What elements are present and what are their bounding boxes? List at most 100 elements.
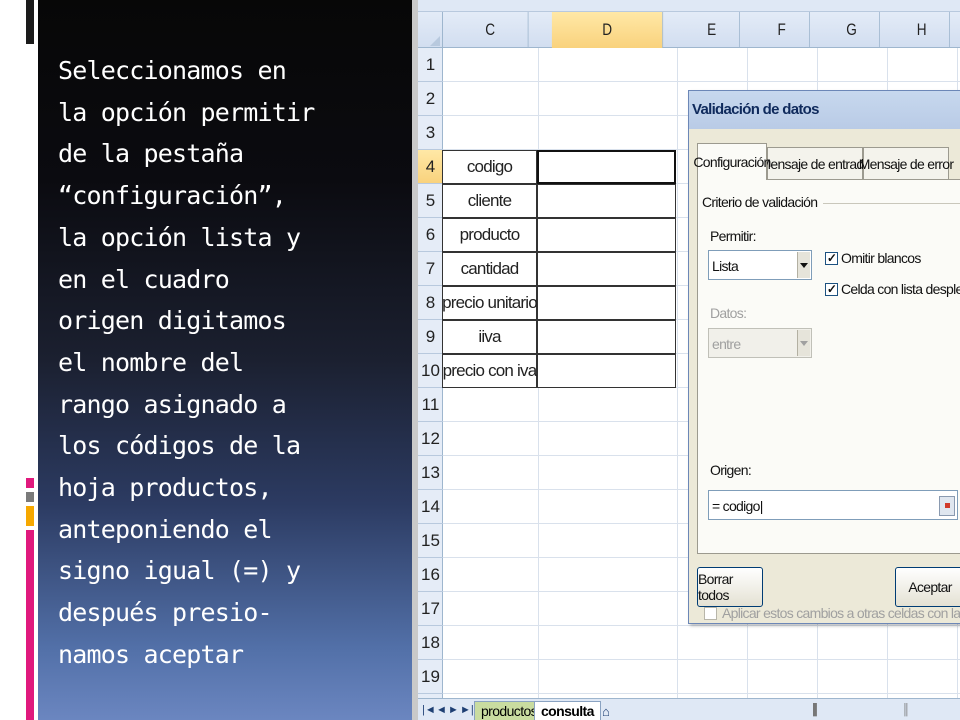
accent-square-pink (26, 478, 34, 488)
row-header-11[interactable]: 11 (418, 388, 443, 422)
dialog-title[interactable]: Validación de datos (689, 91, 960, 129)
cell-d5[interactable] (537, 184, 676, 218)
criteria-group-label: Criterio de validación (702, 194, 818, 210)
insert-sheet-icon[interactable]: ⌂ (602, 704, 610, 719)
row-header-13[interactable]: 13 (418, 456, 443, 490)
allow-select[interactable]: Lista (708, 250, 812, 280)
last-sheet-icon[interactable]: ►| (460, 704, 474, 716)
accent-square-orange (26, 506, 34, 526)
chevron-down-icon[interactable] (797, 330, 810, 356)
row-header-5[interactable]: 5 (418, 184, 443, 218)
slide-text-panel: Seleccionamos en la opción permitir de l… (38, 0, 412, 720)
row-header-17[interactable]: 17 (418, 592, 443, 626)
formula-bar-edge (418, 0, 960, 12)
tab-split-icon[interactable]: ▌ (813, 704, 821, 716)
cell-c4[interactable]: codigo (442, 150, 537, 184)
cell-c6[interactable]: producto (442, 218, 537, 252)
first-sheet-icon[interactable]: |◄ (422, 704, 436, 716)
row-header-14[interactable]: 14 (418, 490, 443, 524)
slide-line: de la pestaña (58, 139, 244, 169)
slide-line: hoja productos, (58, 473, 273, 503)
column-header-g[interactable]: G (824, 12, 880, 48)
row-header-12[interactable]: 12 (418, 422, 443, 456)
column-header-c[interactable]: C (453, 12, 529, 48)
cell-d4-active[interactable] (537, 150, 676, 184)
slide-decoration (0, 0, 38, 720)
cell-d10[interactable] (537, 354, 676, 388)
cell-c5[interactable]: cliente (442, 184, 537, 218)
ignore-blank-checkbox[interactable]: ✓ (825, 252, 838, 265)
stripe-dark (26, 0, 34, 44)
row-header-18[interactable]: 18 (418, 626, 443, 660)
slide-line: Seleccionamos en (58, 56, 287, 85)
cell-d6[interactable] (537, 218, 676, 252)
tab-configuracion[interactable]: Configuración (693, 143, 771, 180)
allow-label: Permitir: (710, 228, 757, 244)
in-cell-dropdown-label: Celda con lista desplegable (841, 281, 960, 297)
data-select-value: entre (712, 336, 741, 352)
select-all-corner[interactable] (418, 12, 443, 48)
row-header-19[interactable]: 19 (418, 660, 443, 694)
source-input[interactable]: = codigo| (708, 490, 958, 520)
column-header-e[interactable]: E (684, 12, 740, 48)
slide-body-text: Seleccionamos en la opción permitir de l… (58, 50, 403, 676)
cell-c9[interactable]: iiva (442, 320, 537, 354)
slide-line: “configuración”, (58, 181, 287, 211)
row-header-10[interactable]: 10 (418, 354, 443, 388)
group-divider (823, 203, 960, 204)
row-header-9[interactable]: 9 (418, 320, 443, 354)
row-header-7[interactable]: 7 (418, 252, 443, 286)
row-header-4[interactable]: 4 (418, 150, 443, 184)
slide-line: signo igual (=) y (58, 556, 301, 586)
sheet-tab-bar: |◄ ◄ ► ►| productos consulta ⌂ ▌ ║ (418, 698, 960, 720)
row-header-1[interactable]: 1 (418, 48, 443, 82)
tab-mensaje-error[interactable]: Mensaje de error (859, 147, 954, 179)
configuration-panel: Criterio de validación Permitir: Lista ✓… (697, 179, 960, 621)
clear-all-button[interactable]: Borrar todos (697, 567, 763, 607)
next-sheet-icon[interactable]: ► (448, 704, 459, 716)
column-header-d[interactable]: D (551, 12, 664, 48)
slide-line: origen digitamos (58, 306, 287, 336)
row-header-column: 1 2 3 4 5 6 7 8 9 10 11 12 13 14 15 16 1… (418, 48, 443, 698)
data-select[interactable]: entre (708, 328, 812, 358)
row-header-15[interactable]: 15 (418, 524, 443, 558)
slide-line: los códigos de la (58, 431, 301, 461)
excel-window: C D E F G H 1 2 3 4 5 6 7 8 9 10 11 12 1… (418, 0, 960, 720)
column-header-row: C D E F G H (418, 0, 960, 48)
apply-all-checkbox[interactable] (704, 607, 717, 620)
cell-c8[interactable]: precio unitario (442, 286, 538, 320)
slide-line: después presio- (58, 598, 273, 628)
tab-mensaje-entrada[interactable]: Mensaje de entrada (759, 147, 871, 179)
in-cell-dropdown-checkbox[interactable]: ✓ (825, 283, 838, 296)
cell-d8[interactable] (537, 286, 676, 320)
chevron-down-icon[interactable] (797, 252, 810, 278)
horizontal-scroll-handle[interactable]: ║ (902, 704, 910, 716)
row-header-2[interactable]: 2 (418, 82, 443, 116)
slide-line: rango asignado a (58, 389, 287, 419)
slide-line: el nombre del (58, 347, 244, 377)
data-validation-dialog: Validación de datos Configuración Mensaj… (688, 90, 960, 624)
collapse-dialog-icon[interactable] (939, 496, 955, 516)
cell-c7[interactable]: cantidad (442, 252, 537, 286)
source-input-value: = codigo| (712, 498, 763, 514)
row-header-6[interactable]: 6 (418, 218, 443, 252)
source-label: Origen: (710, 462, 752, 478)
slide-line: la opción permitir (58, 97, 315, 127)
prev-sheet-icon[interactable]: ◄ (436, 704, 447, 716)
accent-stripe-pink (26, 530, 34, 720)
column-header-h[interactable]: H (894, 12, 950, 48)
allow-select-value: Lista (712, 258, 739, 274)
row-header-16[interactable]: 16 (418, 558, 443, 592)
accept-button[interactable]: Aceptar (895, 567, 960, 607)
dialog-tab-strip: Configuración Mensaje de entrada Mensaje… (693, 143, 960, 180)
row-header-8[interactable]: 8 (418, 286, 443, 320)
accent-square-gray (26, 492, 34, 502)
sheet-tab-consulta[interactable]: consulta (534, 701, 601, 720)
row-header-3[interactable]: 3 (418, 116, 443, 150)
ignore-blank-label: Omitir blancos (841, 250, 921, 266)
cell-d7[interactable] (537, 252, 676, 286)
cell-c10[interactable]: precio con iva (442, 354, 537, 388)
column-header-f[interactable]: F (754, 12, 810, 48)
slide-line: namos aceptar (58, 639, 244, 669)
cell-d9[interactable] (537, 320, 676, 354)
